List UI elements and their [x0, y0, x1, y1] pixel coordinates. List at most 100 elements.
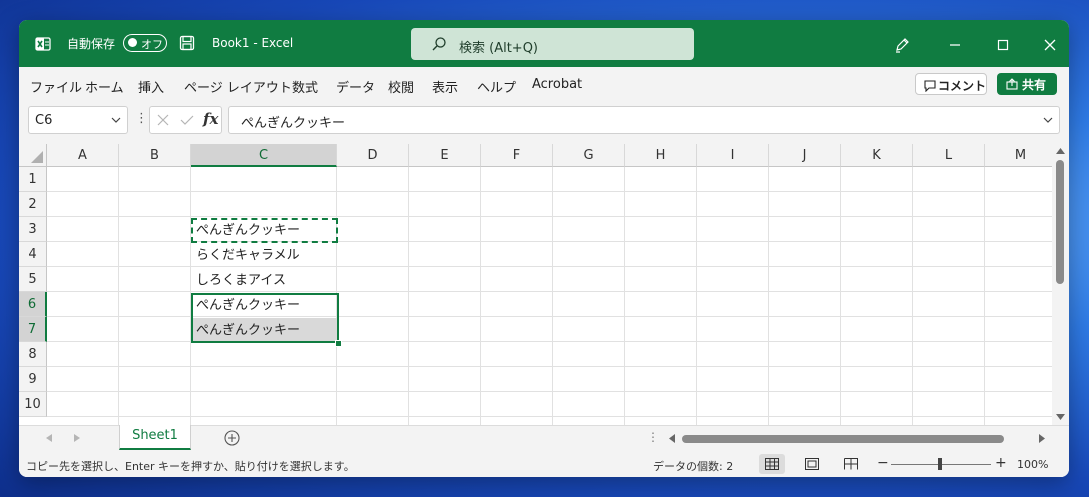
row-header-4[interactable]: 4: [19, 242, 47, 267]
menu-view[interactable]: 表示: [432, 77, 458, 96]
next-sheet-icon[interactable]: [74, 434, 80, 442]
grid-row-line: [47, 391, 1052, 392]
cell-C4[interactable]: らくだキャラメル: [191, 243, 338, 268]
page-layout-view-icon: [805, 458, 819, 470]
column-header-d[interactable]: D: [337, 144, 409, 167]
scroll-right-icon[interactable]: [1039, 434, 1045, 443]
menu-acrobat[interactable]: Acrobat: [532, 77, 582, 92]
select-all-corner[interactable]: [19, 144, 47, 167]
row-header-7[interactable]: 7: [19, 317, 47, 342]
cancel-icon[interactable]: [156, 113, 170, 127]
name-box[interactable]: C6: [28, 106, 128, 134]
scroll-left-icon[interactable]: [669, 434, 675, 443]
column-header-e[interactable]: E: [409, 144, 481, 167]
zoom-level[interactable]: 100%: [1017, 458, 1048, 471]
menu-insert[interactable]: 挿入: [138, 77, 164, 96]
grid-column-line: [552, 167, 553, 425]
scroll-down-icon[interactable]: [1056, 414, 1065, 420]
row-header-5[interactable]: 5: [19, 267, 47, 292]
column-header-m[interactable]: M: [985, 144, 1052, 167]
row-header-2[interactable]: 2: [19, 192, 47, 217]
page-layout-view-button[interactable]: [799, 454, 825, 474]
column-header-h[interactable]: H: [625, 144, 697, 167]
minimize-icon: [950, 44, 960, 46]
title-bar: 自動保存 オフ Book1 - Excel 検索 (Alt+Q): [19, 20, 1069, 67]
row-header-9[interactable]: 9: [19, 367, 47, 392]
column-header-i[interactable]: I: [697, 144, 769, 167]
sheet-tab-sheet1[interactable]: Sheet1: [119, 425, 191, 450]
zoom-in-button[interactable]: +: [995, 455, 1007, 471]
menu-data[interactable]: データ: [336, 77, 375, 96]
pen-button[interactable]: [888, 30, 916, 58]
menu-formulas[interactable]: 数式: [292, 77, 318, 96]
row-header-8[interactable]: 8: [19, 342, 47, 367]
column-header-b[interactable]: B: [119, 144, 191, 167]
column-header-j[interactable]: J: [769, 144, 841, 167]
expand-formula-chevron-icon[interactable]: [1043, 117, 1053, 123]
normal-view-button[interactable]: [759, 454, 785, 474]
selection-border: [191, 293, 339, 343]
page-break-view-icon: [844, 458, 858, 470]
scroll-up-icon[interactable]: [1056, 148, 1065, 154]
save-icon[interactable]: [179, 35, 195, 51]
search-placeholder: 検索 (Alt+Q): [459, 41, 539, 56]
formula-bar-grip[interactable]: ⋮: [135, 111, 148, 126]
column-header-k[interactable]: K: [841, 144, 913, 167]
excel-window: 自動保存 オフ Book1 - Excel 検索 (Alt+Q) ファイル ホー…: [19, 20, 1069, 477]
menu-file[interactable]: ファイル: [30, 77, 82, 96]
menu-help[interactable]: ヘルプ: [477, 77, 516, 96]
formula-input[interactable]: ぺんぎんクッキー: [228, 106, 1060, 134]
autosave-label: 自動保存: [67, 37, 116, 51]
grid-row-line: [47, 216, 1052, 217]
vertical-scroll-thumb[interactable]: [1056, 160, 1064, 284]
column-header-c[interactable]: C: [191, 144, 337, 167]
autosave-state: オフ: [141, 38, 163, 51]
share-button[interactable]: 共有: [997, 73, 1057, 95]
grid-column-line: [480, 167, 481, 425]
comment-button[interactable]: コメント: [915, 73, 987, 95]
menu-review[interactable]: 校閲: [388, 77, 414, 96]
grid-column-line: [840, 167, 841, 425]
autosave-toggle[interactable]: オフ: [123, 34, 167, 52]
grid-column-line: [624, 167, 625, 425]
comment-icon: [924, 80, 936, 92]
comment-label: コメント: [938, 79, 987, 93]
minimize-button[interactable]: [941, 30, 969, 58]
menu-home[interactable]: ホーム: [85, 77, 124, 96]
vertical-scrollbar[interactable]: [1052, 144, 1069, 425]
row-header-6[interactable]: 6: [19, 292, 47, 317]
row-header-1[interactable]: 1: [19, 167, 47, 192]
grid-column-line: [768, 167, 769, 425]
grid-column-line: [408, 167, 409, 425]
zoom-slider-knob[interactable]: [938, 458, 942, 470]
chevron-down-icon: [111, 117, 121, 123]
maximize-button[interactable]: [989, 30, 1017, 58]
column-header-a[interactable]: A: [47, 144, 119, 167]
grid-column-line: [912, 167, 913, 425]
fill-handle[interactable]: [335, 340, 342, 347]
zoom-out-button[interactable]: −: [877, 455, 889, 471]
column-header-f[interactable]: F: [481, 144, 553, 167]
close-button[interactable]: [1036, 30, 1064, 58]
copy-marquee: [191, 218, 338, 243]
share-label: 共有: [1022, 78, 1047, 92]
row-header-3[interactable]: 3: [19, 217, 47, 242]
select-all-triangle-icon: [31, 151, 43, 163]
page-break-view-button[interactable]: [838, 454, 864, 474]
row-header-10[interactable]: 10: [19, 392, 47, 417]
spreadsheet-grid[interactable]: A B C D E F G H I J K L M 1 2 3 4 5 6 7 8 9 10 ぺんぎんクッキー らくだキャラメル…: [19, 144, 1052, 425]
column-header-g[interactable]: G: [553, 144, 625, 167]
prev-sheet-icon[interactable]: [46, 434, 52, 442]
insert-function-icon[interactable]: fx: [203, 110, 218, 128]
column-header-l[interactable]: L: [913, 144, 985, 167]
tab-splitter[interactable]: ⋮: [647, 430, 659, 444]
enter-check-icon[interactable]: [180, 114, 194, 126]
add-sheet-icon[interactable]: [224, 430, 240, 446]
menu-page-layout[interactable]: ページ レイアウト: [184, 77, 292, 96]
cell-C5[interactable]: しろくまアイス: [191, 268, 338, 293]
horizontal-scroll-thumb[interactable]: [682, 435, 1004, 443]
close-icon: [1044, 39, 1056, 51]
status-count[interactable]: データの個数: 2: [653, 458, 733, 474]
search-box[interactable]: 検索 (Alt+Q): [411, 28, 694, 60]
formula-buttons: fx: [149, 106, 222, 134]
